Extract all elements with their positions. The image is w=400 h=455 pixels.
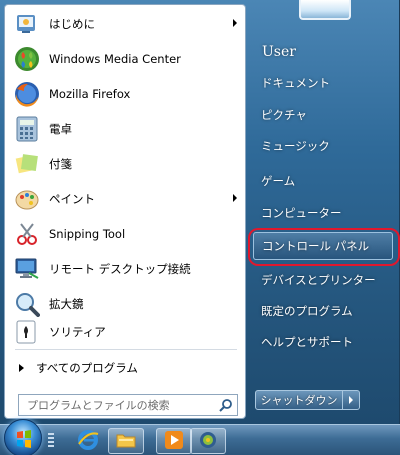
- program-list-panel: はじめに Windows Media Center Mozilla Firefo…: [4, 4, 246, 419]
- right-item-games[interactable]: ゲーム: [253, 167, 393, 195]
- media-player-icon: [164, 430, 184, 453]
- program-item-label: ペイント: [49, 192, 95, 206]
- right-item-default-programs[interactable]: 既定のプログラム: [253, 297, 393, 325]
- program-item-solitaire[interactable]: ソリティア: [9, 315, 243, 349]
- calculator-icon: [13, 115, 41, 143]
- divider: [15, 349, 237, 350]
- program-item-paint[interactable]: ペイント: [9, 182, 243, 216]
- snipping-tool-icon: [13, 220, 41, 248]
- program-item-label: リモート デスクトップ接続: [49, 262, 191, 276]
- right-item-computer[interactable]: コンピューター: [253, 199, 393, 227]
- taskbar-media-player-button[interactable]: [156, 428, 192, 454]
- chevron-right-icon: [349, 396, 353, 404]
- program-item-sticky-notes[interactable]: 付箋: [9, 147, 243, 181]
- media-center-icon: [13, 45, 41, 73]
- start-menu: はじめに Windows Media Center Mozilla Firefo…: [0, 0, 400, 424]
- folder-icon: [115, 430, 137, 453]
- magnifier-icon: [13, 290, 41, 318]
- taskbar-grip[interactable]: [48, 433, 54, 449]
- search-icon[interactable]: [215, 395, 237, 415]
- taskbar-ie-button[interactable]: [70, 428, 106, 454]
- submenu-arrow-icon: [233, 19, 237, 27]
- right-item-pictures[interactable]: ピクチャ: [253, 101, 393, 129]
- shutdown-button[interactable]: シャットダウン: [255, 390, 343, 410]
- remote-desktop-icon: [13, 255, 41, 283]
- program-item-snipping-tool[interactable]: Snipping Tool: [9, 217, 243, 251]
- program-item-label: 付箋: [49, 157, 72, 171]
- program-item-label: 電卓: [49, 122, 72, 136]
- program-item-label: Windows Media Center: [49, 52, 181, 66]
- right-item-help-support[interactable]: ヘルプとサポート: [253, 328, 393, 356]
- shutdown-options-button[interactable]: [343, 390, 360, 410]
- program-item-media-center[interactable]: Windows Media Center: [9, 42, 243, 76]
- program-item-getting-started[interactable]: はじめに: [9, 7, 243, 41]
- user-name[interactable]: User: [262, 44, 296, 60]
- right-item-music[interactable]: ミュージック: [253, 132, 393, 160]
- taskbar: [0, 419, 400, 455]
- taskbar-media-center-button[interactable]: [190, 428, 226, 454]
- program-item-label: 拡大鏡: [49, 297, 84, 311]
- right-item-devices-printers[interactable]: デバイスとプリンター: [253, 266, 393, 294]
- getting-started-icon: [13, 10, 41, 38]
- windows-logo-icon: [17, 430, 31, 448]
- start-button[interactable]: [4, 419, 42, 455]
- highlight-ring: [248, 228, 400, 266]
- program-item-calculator[interactable]: 電卓: [9, 112, 243, 146]
- user-picture[interactable]: [299, 0, 351, 20]
- search-input[interactable]: [19, 396, 215, 414]
- internet-explorer-icon: [77, 429, 99, 454]
- program-item-label: ソリティア: [49, 325, 106, 339]
- search-box[interactable]: [18, 394, 238, 416]
- program-item-label: Snipping Tool: [49, 227, 126, 241]
- media-center-icon: [198, 430, 218, 453]
- program-item-label: はじめに: [49, 17, 95, 31]
- all-programs-label: すべてのプログラム: [36, 361, 138, 375]
- paint-icon: [13, 185, 41, 213]
- program-item-firefox[interactable]: Mozilla Firefox: [9, 77, 243, 111]
- all-programs-button[interactable]: すべてのプログラム: [13, 357, 239, 379]
- firefox-icon: [13, 80, 41, 108]
- taskbar-explorer-button[interactable]: [108, 428, 144, 454]
- expand-arrow-icon: [19, 364, 24, 372]
- program-item-remote-desktop[interactable]: リモート デスクトップ接続: [9, 252, 243, 286]
- solitaire-icon: [13, 318, 41, 346]
- submenu-arrow-icon: [233, 194, 237, 202]
- right-item-documents[interactable]: ドキュメント: [253, 69, 393, 97]
- sticky-notes-icon: [13, 150, 41, 178]
- program-item-label: Mozilla Firefox: [49, 87, 131, 101]
